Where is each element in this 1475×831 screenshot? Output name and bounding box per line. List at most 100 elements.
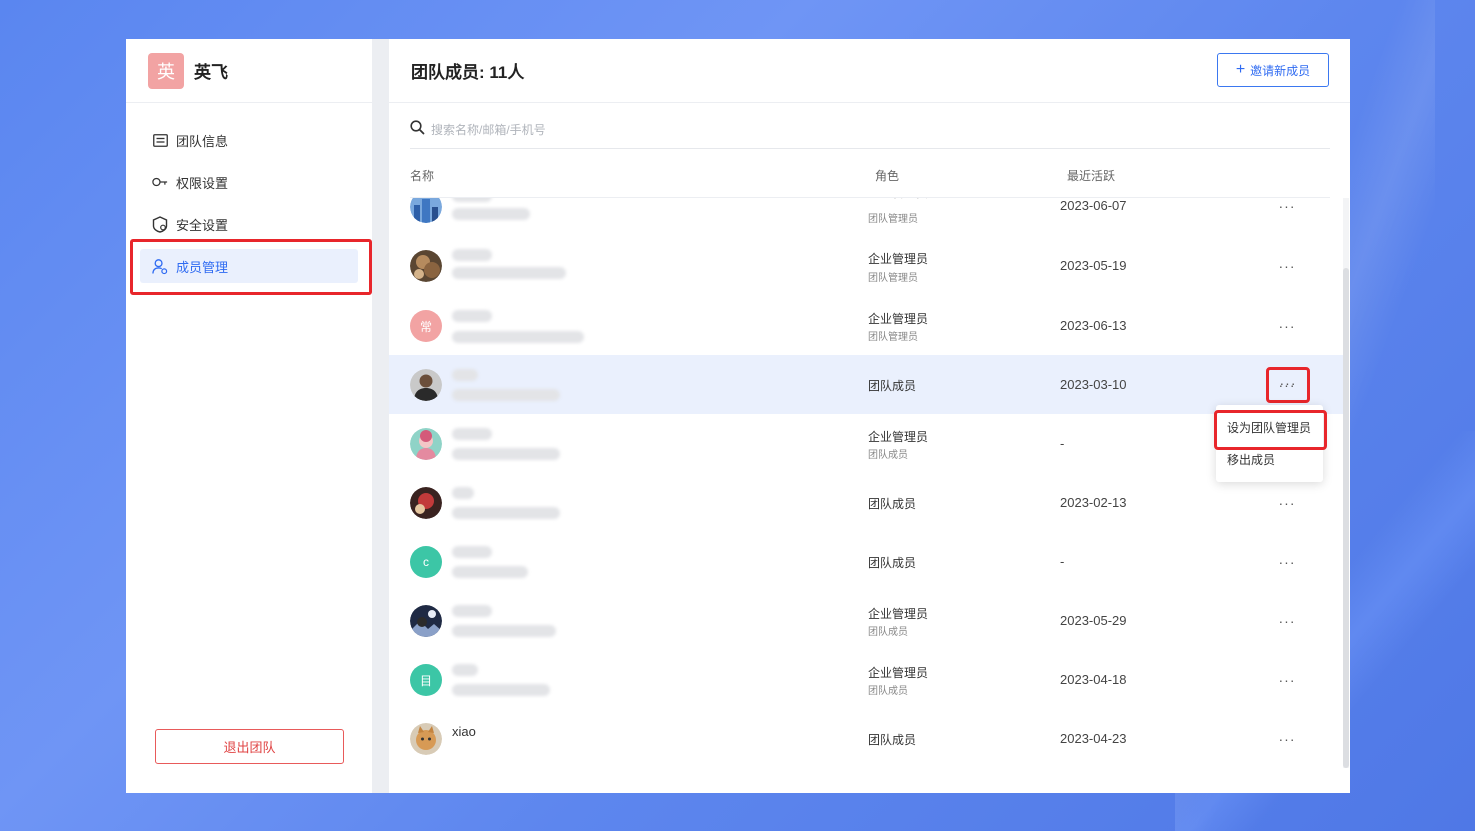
sidebar: 英 英飞 团队信息 权限设置 安全设置 成员管理 退出团队 — [126, 39, 372, 793]
member-avatar — [410, 369, 442, 401]
member-name-redacted — [452, 546, 492, 558]
table-row[interactable]: 团队成员 2023-02-13 ··· — [389, 473, 1344, 532]
member-subrole: 团队管理员 — [868, 273, 918, 284]
member-avatar — [410, 428, 442, 460]
member-role: 企业管理员 — [868, 252, 929, 266]
member-subrole: 团队成员 — [868, 627, 908, 638]
member-last-active: 2023-02-13 — [1060, 495, 1127, 510]
key-icon — [152, 174, 168, 190]
member-role: 团队成员 — [868, 556, 917, 570]
member-avatar — [410, 198, 442, 223]
more-actions-button[interactable]: ··· — [1275, 496, 1299, 515]
member-email-redacted — [452, 566, 528, 578]
member-avatar — [410, 487, 442, 519]
member-avatar — [410, 250, 442, 282]
member-avatar — [410, 723, 442, 755]
member-name-redacted — [452, 310, 492, 322]
list-icon — [152, 132, 168, 148]
member-name-redacted — [452, 369, 478, 381]
member-role: 团队成员 — [868, 379, 917, 393]
member-avatar: 目 — [410, 664, 442, 696]
members-icon — [152, 258, 168, 274]
members-panel: 团队成员: 11人 + 邀请新成员 名称 角色 最近活跃 — [389, 39, 1350, 793]
table-row[interactable]: 团队成员 2023-03-10 ··· — [389, 355, 1344, 414]
table-row[interactable]: 企业管理员 团队成员 2023-05-29 ··· — [389, 591, 1344, 650]
more-actions-button[interactable]: ··· — [1275, 673, 1299, 692]
member-subrole: 团队成员 — [868, 686, 908, 697]
more-actions-button-highlighted[interactable]: ··· — [1266, 367, 1310, 403]
search-input[interactable] — [431, 122, 831, 137]
member-subrole: 团队管理员 — [868, 332, 918, 343]
member-email-redacted — [452, 331, 584, 343]
member-last-active: 2023-04-23 — [1060, 731, 1127, 746]
member-last-active: 2023-05-19 — [1060, 258, 1127, 273]
member-email-redacted — [452, 389, 560, 401]
column-header-role[interactable]: 角色 — [875, 167, 899, 184]
more-actions-button[interactable]: ··· — [1275, 319, 1299, 338]
shield-icon — [152, 215, 168, 233]
invite-label: 邀请新成员 — [1250, 63, 1311, 78]
table-row[interactable]: 目 企业管理员 团队成员 2023-04-18 ··· — [389, 650, 1344, 709]
member-role: 企业管理员 — [868, 666, 929, 680]
menu-item-set-team-admin[interactable]: 设为团队管理员 — [1214, 410, 1327, 450]
search-bar — [410, 111, 1330, 149]
member-name-redacted — [452, 605, 492, 617]
sidebar-item-label: 权限设置 — [176, 175, 229, 191]
more-actions-button[interactable]: ··· — [1275, 555, 1299, 574]
member-last-active: 2023-06-13 — [1060, 318, 1127, 333]
leave-team-button[interactable]: 退出团队 — [155, 729, 344, 764]
column-header-name[interactable]: 名称 — [410, 167, 434, 184]
scrollbar[interactable] — [1343, 198, 1349, 768]
member-email-redacted — [452, 208, 530, 220]
more-actions-button[interactable]: ··· — [1275, 199, 1299, 218]
member-email-redacted — [452, 684, 550, 696]
table-row[interactable]: xiao 团队成员 2023-04-23 ··· — [389, 709, 1344, 768]
more-icon: ··· — [1279, 375, 1297, 391]
member-last-active: - — [1060, 436, 1065, 451]
sidebar-item-security[interactable]: 安全设置 — [140, 207, 358, 241]
sidebar-item-permissions[interactable]: 权限设置 — [140, 165, 358, 199]
member-name-redacted — [452, 198, 492, 202]
main-header: 团队成员: 11人 — [389, 39, 1350, 103]
member-email-redacted — [452, 267, 566, 279]
member-name: xiao — [452, 724, 476, 739]
more-actions-button[interactable]: ··· — [1275, 259, 1299, 278]
sidebar-nav: 团队信息 权限设置 安全设置 成员管理 — [126, 103, 372, 295]
column-header-last-active[interactable]: 最近活跃 — [1067, 167, 1115, 184]
member-role: 企业管理员 — [868, 607, 929, 621]
member-avatar: c — [410, 546, 442, 578]
member-role: 企业管理员 — [868, 430, 929, 444]
page-title: 团队成员: 11人 — [411, 63, 525, 82]
table-row[interactable]: 企业管理员 团队管理员 2023-05-19 ··· — [389, 237, 1344, 296]
member-last-active: 2023-03-10 — [1060, 377, 1127, 392]
member-name-redacted — [452, 428, 492, 440]
table-row[interactable]: 企业管理员 团队管理员 2023-06-07 ··· — [389, 198, 1344, 237]
sidebar-item-label: 成员管理 — [176, 259, 229, 275]
app-window: 英 英飞 团队信息 权限设置 安全设置 成员管理 退出团队 团队成员: 11人 … — [126, 39, 1350, 793]
member-avatar: 常 — [410, 310, 442, 342]
team-name: 英飞 — [194, 63, 228, 82]
plus-icon: + — [1235, 61, 1246, 78]
invite-member-button[interactable]: + 邀请新成员 — [1217, 53, 1329, 87]
member-subrole: 团队管理员 — [868, 214, 918, 225]
sidebar-item-members[interactable]: 成员管理 — [130, 239, 372, 295]
table-row[interactable]: c 团队成员 - ··· — [389, 532, 1344, 591]
member-subrole: 团队成员 — [868, 450, 908, 461]
more-actions-button[interactable]: ··· — [1275, 614, 1299, 633]
member-last-active: - — [1060, 554, 1065, 569]
table-row[interactable]: 常 企业管理员 团队管理员 2023-06-13 ··· — [389, 296, 1344, 355]
more-actions-button[interactable]: ··· — [1275, 732, 1299, 751]
member-role: 企业管理员 — [868, 198, 928, 201]
team-header: 英 英飞 — [126, 39, 372, 103]
member-email-redacted — [452, 507, 560, 519]
table-row[interactable]: 企业管理员 团队成员 - — [389, 414, 1344, 473]
sidebar-item-label: 安全设置 — [176, 217, 229, 233]
member-last-active: 2023-04-18 — [1060, 672, 1127, 687]
scrollbar-thumb[interactable] — [1343, 268, 1349, 768]
sidebar-item-team-info[interactable]: 团队信息 — [140, 123, 358, 157]
table-header: 名称 角色 最近活跃 — [410, 161, 1330, 198]
member-role: 团队成员 — [868, 733, 917, 747]
member-role: 团队成员 — [868, 497, 917, 511]
member-email-redacted — [452, 448, 560, 460]
sidebar-item-label: 团队信息 — [176, 133, 229, 149]
